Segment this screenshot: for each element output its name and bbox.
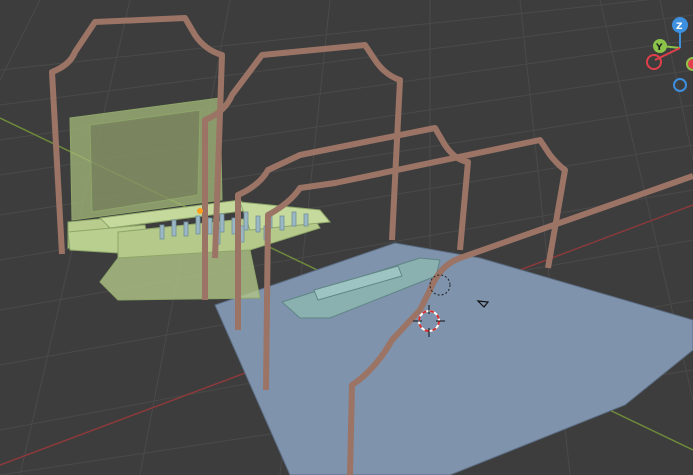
floor-plane[interactable] — [214, 242, 693, 475]
gizmo-neg-z[interactable] — [673, 78, 687, 92]
gizmo-z-label: Z — [676, 22, 683, 32]
gizmo-z-axis[interactable]: Z — [672, 17, 688, 33]
3d-viewport[interactable]: Z Y — [0, 0, 693, 475]
navigation-gizmo[interactable]: Z Y — [646, 17, 693, 92]
gizmo-neg-x[interactable] — [646, 54, 662, 70]
gizmo-y-axis[interactable]: Y — [653, 39, 667, 53]
origin-dot-icon — [197, 208, 203, 214]
gizmo-y-label: Y — [655, 43, 663, 53]
